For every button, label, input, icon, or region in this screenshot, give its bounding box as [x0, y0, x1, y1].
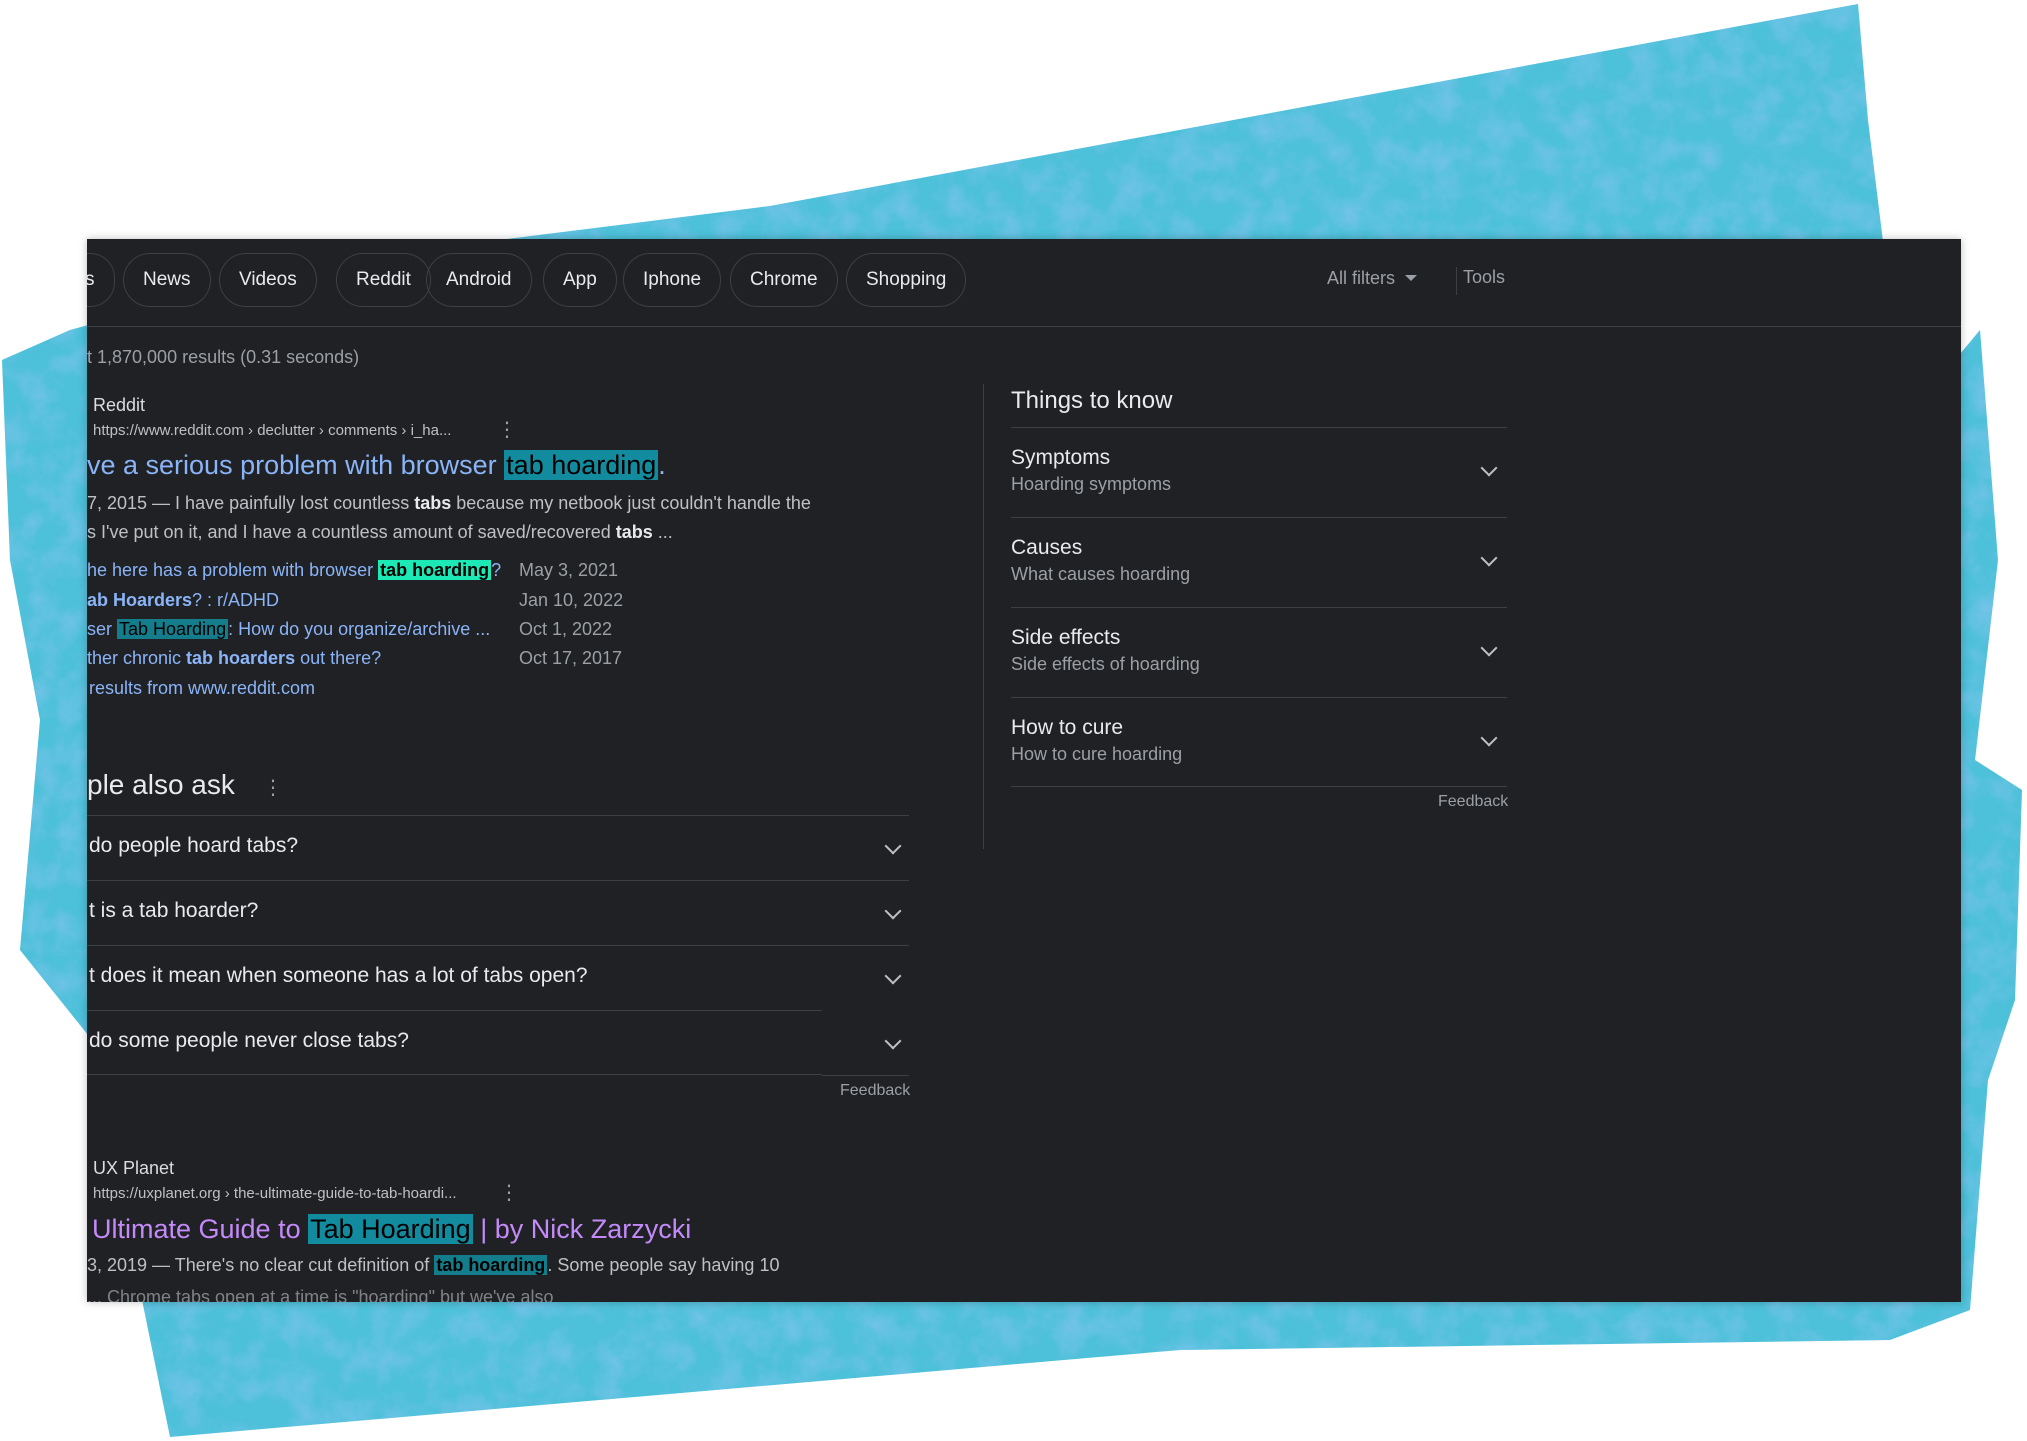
chevron-down-icon: [884, 967, 902, 985]
chip-android[interactable]: Android: [426, 253, 532, 307]
chip-iphone[interactable]: Iphone: [623, 253, 722, 307]
title-highlight: tab hoarding: [504, 450, 659, 480]
things-to-know-item[interactable]: Causes What causes hoarding: [1011, 517, 1507, 607]
paa-feedback-link[interactable]: Feedback: [840, 1082, 910, 1100]
search-results-screenshot: s News Videos Reddit Android App Iphone …: [87, 239, 1961, 1302]
chip-reddit[interactable]: Reddit: [336, 253, 431, 307]
item-heading: Side effects: [1011, 626, 1121, 649]
all-filters-button[interactable]: All filters: [1327, 268, 1418, 289]
result-snippet: 3, 2019 — There's no clear cut definitio…: [87, 1255, 780, 1275]
title-text: ve a serious problem with browser: [87, 450, 505, 480]
chip-news[interactable]: News: [123, 253, 211, 307]
chevron-down-icon: [884, 837, 902, 855]
chevron-down-icon: [884, 902, 902, 920]
column-divider: [983, 384, 984, 849]
paa-question[interactable]: do people hoard tabs?: [87, 815, 909, 880]
snippet-line: s I've put on it, and I have a countless…: [87, 522, 673, 542]
things-to-know-item[interactable]: How to cure How to cure hoarding: [1011, 697, 1507, 787]
title-text: Ultimate Guide to: [92, 1214, 309, 1244]
snippet-line: 7, 2015 — I have painfully lost countles…: [87, 493, 811, 513]
sublink-date: Jan 10, 2022: [519, 590, 624, 610]
item-subtext: How to cure hoarding: [1011, 744, 1183, 764]
paa-question[interactable]: t is a tab hoarder?: [87, 880, 909, 945]
sublink-3[interactable]: ser Tab Hoarding: How do you organize/ar…: [87, 619, 490, 640]
chip-all[interactable]: s: [87, 253, 115, 307]
result-title[interactable]: Ultimate Guide to Tab Hoarding | by Nick…: [92, 1214, 691, 1245]
item-subtext: Hoarding symptoms: [1011, 474, 1172, 494]
chip-chrome[interactable]: Chrome: [730, 253, 838, 307]
result-title[interactable]: ve a serious problem with browser tab ho…: [87, 450, 666, 481]
more-vert-icon[interactable]: ⋮: [497, 420, 517, 440]
chevron-down-icon: [884, 1032, 902, 1050]
more-vert-icon[interactable]: ⋮: [263, 778, 283, 798]
sublink-2[interactable]: ab Hoarders? : r/ADHD: [87, 590, 279, 611]
toolbar-divider: [1456, 267, 1457, 295]
title-end: .: [658, 450, 666, 480]
things-to-know-title: Things to know: [1011, 387, 1173, 414]
result-url[interactable]: https://www.reddit.com › declutter › com…: [93, 422, 451, 439]
item-subtext: Side effects of hoarding: [1011, 654, 1200, 674]
tools-button[interactable]: Tools: [1463, 267, 1505, 288]
caret-down-icon: [1405, 275, 1418, 281]
chevron-down-icon: [1480, 459, 1498, 477]
chevron-down-icon: [1480, 549, 1498, 567]
sublink-4[interactable]: ther chronic tab hoarders out there?: [87, 648, 381, 669]
paa-question-text: t is a tab hoarder?: [89, 899, 259, 922]
title-end: | by Nick Zarzycki: [472, 1214, 692, 1244]
paa-divider: [822, 1075, 909, 1076]
chevron-down-icon: [1480, 729, 1498, 747]
chip-videos[interactable]: Videos: [219, 253, 317, 307]
chip-app[interactable]: App: [543, 253, 617, 307]
paa-question-text: do people hoard tabs?: [89, 834, 299, 857]
more-results-link[interactable]: results from www.reddit.com: [89, 678, 315, 699]
item-heading: Symptoms: [1011, 446, 1111, 469]
result-stats: t 1,870,000 results (0.31 seconds): [87, 347, 360, 367]
paa-question[interactable]: t does it mean when someone has a lot of…: [87, 945, 909, 1010]
chevron-down-icon: [1480, 639, 1498, 657]
more-vert-icon[interactable]: ⋮: [499, 1183, 519, 1203]
things-to-know-item[interactable]: Symptoms Hoarding symptoms: [1011, 427, 1507, 517]
paa-question-text: do some people never close tabs?: [89, 1029, 409, 1052]
chip-shopping[interactable]: Shopping: [846, 253, 967, 307]
result-snippet: 7, 2015 — I have painfully lost countles…: [87, 489, 811, 547]
sublink-date: Oct 17, 2017: [519, 648, 623, 668]
item-subtext: What causes hoarding: [1011, 564, 1191, 584]
things-to-know-item[interactable]: Side effects Side effects of hoarding: [1011, 607, 1507, 697]
paa-question[interactable]: do some people never close tabs?: [87, 1010, 902, 1075]
sublink-date: Oct 1, 2022: [519, 619, 613, 639]
paa-question-text: t does it mean when someone has a lot of…: [89, 964, 588, 987]
item-heading: How to cure: [1011, 716, 1124, 739]
sublink-date: May 3, 2021: [519, 560, 619, 580]
all-filters-label: All filters: [1327, 268, 1396, 288]
sublink-1[interactable]: he here has a problem with browser tab h…: [87, 560, 501, 581]
result-snippet-cut: ... Chrome tabs open at a time is "hoard…: [87, 1287, 554, 1302]
item-heading: Causes: [1011, 536, 1083, 559]
result-site-name[interactable]: UX Planet: [93, 1158, 174, 1179]
result-url[interactable]: https://uxplanet.org › the-ultimate-guid…: [93, 1185, 457, 1202]
title-highlight: Tab Hoarding: [308, 1214, 473, 1244]
result-site-name[interactable]: Reddit: [93, 395, 145, 416]
ttk-feedback-link[interactable]: Feedback: [1438, 793, 1508, 811]
filter-bar: s News Videos Reddit Android App Iphone …: [87, 239, 1961, 327]
paa-title: ple also ask: [87, 769, 235, 800]
